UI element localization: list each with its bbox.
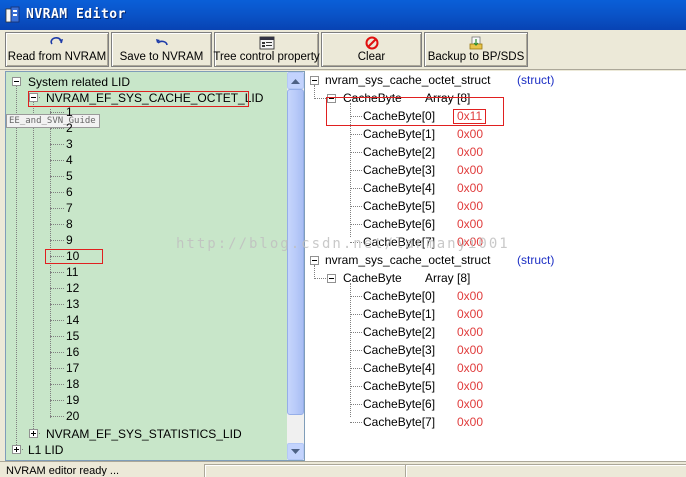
cache-byte-value[interactable]: 0x00 <box>457 361 483 375</box>
struct-tag: (struct) <box>517 253 555 267</box>
backup-icon <box>468 36 484 50</box>
scroll-up-arrow-icon <box>291 78 300 84</box>
tree-item[interactable]: 5 <box>66 169 73 183</box>
tree-item[interactable]: 17 <box>66 361 79 375</box>
cache-byte-value[interactable]: 0x00 <box>457 127 483 141</box>
item-10-highlight-box <box>45 249 103 264</box>
status-bar: NVRAM editor ready ... <box>0 461 686 477</box>
cache-byte-entry[interactable]: CacheByte[1] <box>363 307 435 321</box>
cache-byte-value[interactable]: 0x00 <box>457 397 483 411</box>
properties-icon <box>259 36 275 50</box>
title-bar[interactable]: NVRAM Editor <box>0 0 686 30</box>
cache-byte-value[interactable]: 0x00 <box>457 163 483 177</box>
cache-byte-value[interactable]: 0x00 <box>457 325 483 339</box>
cache-byte-value[interactable]: 0x00 <box>457 343 483 357</box>
cache-byte-entry[interactable]: CacheByte[4] <box>363 181 435 195</box>
tree-item[interactable]: 18 <box>66 377 79 391</box>
tree-node-l1-lid[interactable]: L1 LID <box>28 443 63 457</box>
tree-item[interactable]: 14 <box>66 313 79 327</box>
cache-byte-entry[interactable]: CacheByte[5] <box>363 199 435 213</box>
collapse-struct-toggle[interactable] <box>310 256 319 265</box>
value-highlight-box <box>453 109 486 124</box>
cache-byte-value[interactable]: 0x00 <box>457 145 483 159</box>
cache-byte-entry[interactable]: CacheByte[6] <box>363 397 435 411</box>
struct-name[interactable]: nvram_sys_cache_octet_struct <box>325 253 490 267</box>
cache-byte-entry[interactable]: CacheByte[1] <box>363 127 435 141</box>
tree-item[interactable]: 11 <box>66 265 78 279</box>
stop-icon <box>364 36 380 50</box>
collapse-system-lid-toggle[interactable] <box>12 77 21 86</box>
field-name[interactable]: CacheByte <box>343 271 402 285</box>
tree-node-system-related-lid[interactable]: System related LID <box>28 75 130 89</box>
cache-byte-entry[interactable]: CacheByte[7] <box>363 415 435 429</box>
field-type: Array [8] <box>425 271 471 285</box>
cache-byte-value[interactable]: 0x00 <box>457 307 483 321</box>
lid-highlight-box <box>28 91 249 107</box>
cache-byte-entry[interactable]: CacheByte[3] <box>363 343 435 357</box>
cache-byte-entry[interactable]: CacheByte[2] <box>363 145 435 159</box>
cache-byte-entry[interactable]: CacheByte[3] <box>363 163 435 177</box>
cache-byte-entry[interactable]: CacheByte[5] <box>363 379 435 393</box>
app-icon <box>5 6 20 23</box>
struct-tag: (struct) <box>517 73 555 87</box>
tree-item[interactable]: 6 <box>66 185 73 199</box>
cache-byte-value[interactable]: 0x00 <box>457 289 483 303</box>
struct-name[interactable]: nvram_sys_cache_octet_struct <box>325 73 490 87</box>
tree-item[interactable]: 3 <box>66 137 73 151</box>
scroll-down-arrow-icon <box>291 448 300 454</box>
cache-byte-value[interactable]: 0x00 <box>457 415 483 429</box>
tree-node-statistics-lid[interactable]: NVRAM_EF_SYS_STATISTICS_LID <box>46 427 242 441</box>
tree-item[interactable]: 7 <box>66 201 73 215</box>
tree-item[interactable]: 15 <box>66 329 79 343</box>
read-from-nvram-button[interactable]: Read from NVRAM <box>5 32 109 67</box>
cache-byte-value[interactable]: 0x00 <box>457 217 483 231</box>
tree-item[interactable]: 2 <box>66 121 73 135</box>
tree-control-property-button[interactable]: Tree control property <box>213 32 320 67</box>
refresh-icon <box>49 36 65 50</box>
tree-item[interactable]: 20 <box>66 409 79 423</box>
clear-button[interactable]: Clear <box>321 32 422 67</box>
tree-item[interactable]: 8 <box>66 217 73 231</box>
collapse-struct-toggle[interactable] <box>310 76 319 85</box>
watermark: http://blog.csdn.net/lanmanyi001 <box>176 236 510 252</box>
cache-byte-entry[interactable]: CacheByte[2] <box>363 325 435 339</box>
expand-l1-lid-toggle[interactable] <box>12 445 21 454</box>
expand-statistics-lid-toggle[interactable] <box>29 429 38 438</box>
detail-tree-panel[interactable]: nvram_sys_cache_octet_struct (struct) Cach… <box>305 71 686 461</box>
tree-item[interactable]: 1 <box>66 105 73 119</box>
scroll-up-button[interactable] <box>287 72 304 89</box>
tree-item[interactable]: 4 <box>66 153 73 167</box>
scroll-thumb[interactable] <box>287 89 304 415</box>
tooltip-fragment: EE_and_SVN_Guide <box>6 114 100 128</box>
tree-vertical-scrollbar[interactable] <box>287 72 304 460</box>
tree-item[interactable]: 13 <box>66 297 79 311</box>
undo-arrow-icon <box>154 36 170 50</box>
cache-byte-entry[interactable]: CacheByte[6] <box>363 217 435 231</box>
status-text: NVRAM editor ready ... <box>6 465 120 476</box>
lid-tree-panel[interactable]: System related LID NVRAM_EF_SYS_CACHE_OC… <box>5 71 305 461</box>
tree-item[interactable]: 9 <box>66 233 73 247</box>
cache-byte-entry[interactable]: CacheByte[4] <box>363 361 435 375</box>
cache-byte-value[interactable]: 0x00 <box>457 199 483 213</box>
save-to-nvram-button[interactable]: Save to NVRAM <box>111 32 212 67</box>
cache-byte-value[interactable]: 0x00 <box>457 379 483 393</box>
cache-byte-value[interactable]: 0x00 <box>457 181 483 195</box>
collapse-field-toggle[interactable] <box>327 274 336 283</box>
toolbar: Read from NVRAM Save to NVRAM Tree contr… <box>0 30 686 70</box>
tree-item[interactable]: 16 <box>66 345 79 359</box>
cache-byte-entry[interactable]: CacheByte[0] <box>363 289 435 303</box>
tree-item[interactable]: 19 <box>66 393 79 407</box>
tree-item[interactable]: 12 <box>66 281 79 295</box>
backup-to-bp-sds-button[interactable]: Backup to BP/SDS <box>424 32 528 67</box>
window-title: NVRAM Editor <box>26 7 126 22</box>
scroll-down-button[interactable] <box>287 443 304 460</box>
